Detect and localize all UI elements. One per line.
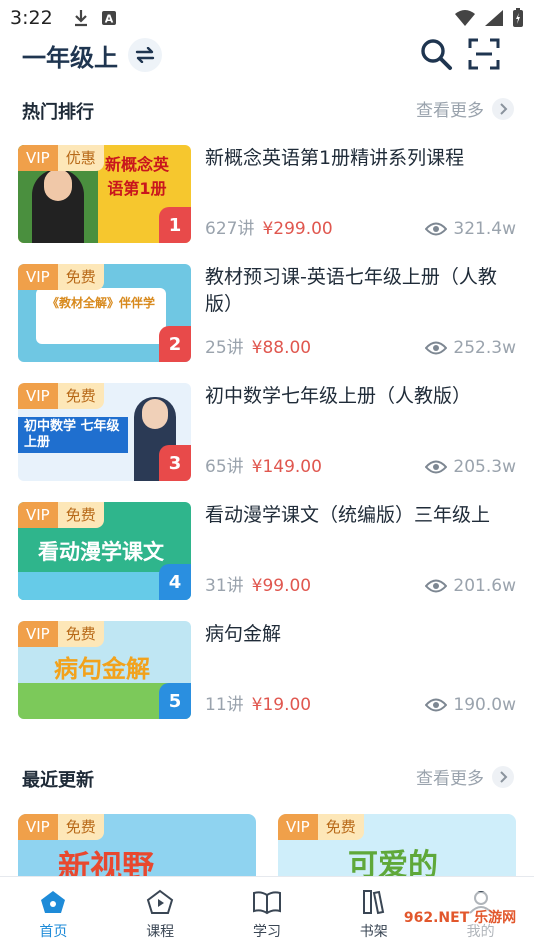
course-badge: VIP 优惠: [18, 145, 104, 171]
book-icon: [252, 891, 281, 915]
swap-arrows-icon: [135, 47, 155, 63]
home-icon: [41, 891, 66, 913]
course-thumbnail: 初中数学 七年级上册 VIP 免费 3: [18, 383, 191, 481]
thumb-text: 新概念英语第1册: [104, 155, 169, 198]
nav-study[interactable]: 学习: [214, 877, 321, 951]
search-button[interactable]: [418, 36, 454, 72]
svg-text:A: A: [104, 13, 113, 26]
course-thumbnail: 《教材全解》伴伴学 VIP 免费 2: [18, 264, 191, 362]
course-thumbnail: 新概念英语第1册 VIP 优惠 1: [18, 145, 191, 243]
course-meta: 65讲 ¥149.00: [205, 457, 322, 477]
thumb-text: 初中数学 七年级上册: [24, 419, 120, 450]
course-thumbnail: 病句金解 VIP 免费 5: [18, 621, 191, 719]
grade-title[interactable]: 一年级上: [22, 38, 118, 73]
more-text: 查看更多: [416, 769, 484, 789]
course-badge: VIP 免费: [18, 264, 104, 290]
rank-badge: 2: [159, 326, 191, 362]
hot-section-title: 热门排行: [22, 102, 94, 123]
thumb-text: 看动漫学课文: [38, 540, 164, 564]
nav-home[interactable]: 首页: [0, 877, 107, 951]
thumb-text: 可爱的: [348, 848, 438, 880]
course-badge: VIP 免费: [18, 814, 104, 840]
hot-section-header: 热门排行 查看更多: [0, 96, 534, 126]
course-views: 252.3w: [425, 338, 516, 358]
course-title: 病句金解: [205, 623, 282, 645]
hot-more-link[interactable]: 查看更多: [416, 96, 514, 121]
play-icon: [147, 889, 174, 914]
course-badge: VIP 免费: [18, 383, 104, 409]
eye-icon: [425, 460, 448, 474]
course-views: 201.6w: [425, 576, 516, 596]
course-meta: 31讲 ¥99.00: [205, 576, 312, 596]
course-item[interactable]: 《教材全解》伴伴学 VIP 免费 2 教材预习课-英语七年级上册（人教版） 25讲…: [18, 264, 516, 362]
status-bar: 3:22 A: [0, 0, 534, 36]
download-icon: [74, 10, 87, 27]
course-views: 190.0w: [425, 695, 516, 715]
recent-card[interactable]: 新视野 VIP 免费: [18, 814, 256, 880]
course-title: 看动漫学课文（统编版）三年级上: [205, 504, 491, 526]
course-badge: VIP 免费: [18, 621, 104, 647]
watermark-logo: 962.NET 乐游网: [392, 892, 528, 942]
signal-icon: [485, 10, 503, 26]
switch-grade-button[interactable]: [128, 38, 162, 72]
recent-section-header: 最近更新 查看更多: [0, 764, 534, 794]
eye-icon: [425, 698, 448, 712]
recent-section-title: 最近更新: [22, 770, 94, 791]
course-views: 205.3w: [425, 457, 516, 477]
course-item[interactable]: 看动漫学课文 VIP 免费 4 看动漫学课文（统编版）三年级上 31讲 ¥99.00…: [18, 502, 516, 600]
thumb-text: 病句金解: [54, 655, 150, 683]
eye-icon: [425, 579, 448, 593]
more-text: 查看更多: [416, 101, 484, 121]
rank-badge: 5: [159, 683, 191, 719]
font-a-icon: A: [101, 11, 116, 26]
rank-badge: 4: [159, 564, 191, 600]
recent-card[interactable]: 可爱的 VIP 免费: [278, 814, 516, 880]
course-meta: 627讲 ¥299.00: [205, 219, 333, 239]
recent-more-link[interactable]: 查看更多: [416, 764, 514, 789]
course-meta: 25讲 ¥88.00: [205, 338, 312, 358]
course-item[interactable]: 初中数学 七年级上册 VIP 免费 3 初中数学七年级上册（人教版） 65讲 ¥14…: [18, 383, 516, 481]
bookshelf-icon: [362, 890, 384, 915]
nav-courses[interactable]: 课程: [107, 877, 214, 951]
search-icon: [421, 39, 452, 70]
wifi-icon: [455, 10, 475, 26]
chevron-right-icon: [492, 765, 514, 788]
course-title: 新概念英语第1册精讲系列课程: [205, 147, 465, 169]
course-item[interactable]: 病句金解 VIP 免费 5 病句金解 11讲 ¥19.00 190.0w: [18, 621, 516, 719]
course-thumbnail: 看动漫学课文 VIP 免费 4: [18, 502, 191, 600]
scan-icon: [468, 38, 500, 70]
course-badge: VIP 免费: [278, 814, 364, 840]
scan-button[interactable]: [466, 36, 502, 72]
course-item[interactable]: 新概念英语第1册 VIP 优惠 1 新概念英语第1册精讲系列课程 627讲 ¥299…: [18, 145, 516, 243]
course-title: 初中数学七年级上册（人教版）: [205, 385, 472, 407]
course-badge: VIP 免费: [18, 502, 104, 528]
status-time: 3:22: [10, 7, 53, 29]
course-meta: 11讲 ¥19.00: [205, 695, 312, 715]
eye-icon: [425, 222, 448, 236]
rank-badge: 1: [159, 207, 191, 243]
chevron-right-icon: [492, 97, 514, 120]
thumb-text: 《教材全解》伴伴学: [46, 296, 155, 310]
course-views: 321.4w: [425, 219, 516, 239]
eye-icon: [425, 341, 448, 355]
top-bar: 一年级上: [0, 36, 534, 76]
course-title: 教材预习课-英语七年级上册（人教版）: [205, 266, 497, 315]
rank-badge: 3: [159, 445, 191, 481]
battery-icon: [513, 8, 523, 27]
thumb-text: 新视野: [58, 848, 155, 880]
